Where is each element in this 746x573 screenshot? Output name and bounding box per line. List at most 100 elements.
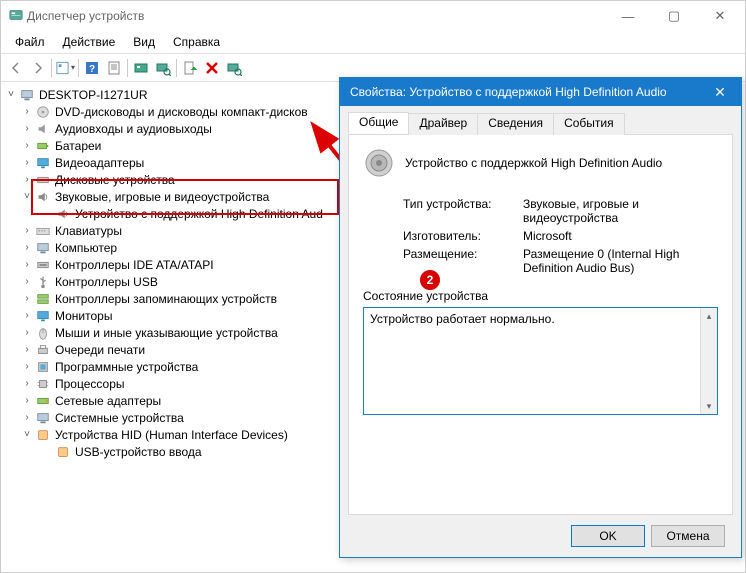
tree-item-label: Контроллеры USB: [53, 275, 158, 289]
caret-icon[interactable]: ›: [21, 276, 33, 287]
caret-icon[interactable]: ›: [21, 242, 33, 253]
menu-action[interactable]: Действие: [55, 33, 124, 51]
caret-icon[interactable]: ›: [21, 310, 33, 321]
tree-item-label: Процессоры: [53, 377, 125, 391]
dialog-tabstrip: Общие Драйвер Сведения События: [348, 112, 733, 134]
properties-dialog: Свойства: Устройство с поддержкой High D…: [339, 77, 742, 558]
device-name-label: Устройство с поддержкой High Definition …: [405, 156, 718, 170]
tree-item-label: Клавиатуры: [53, 224, 122, 238]
window-title: Диспетчер устройств: [23, 9, 605, 23]
ide-controller-icon: [35, 257, 51, 273]
caret-icon[interactable]: ›: [21, 106, 33, 117]
ok-button[interactable]: OK: [571, 525, 645, 547]
audio-io-icon: [35, 121, 51, 137]
caret-icon[interactable]: ›: [21, 361, 33, 372]
menubar: Файл Действие Вид Справка: [1, 31, 745, 53]
toolbar-separator: [78, 59, 79, 77]
system-device-icon: [35, 410, 51, 426]
print-queue-icon: [35, 342, 51, 358]
caret-icon[interactable]: ˅: [5, 89, 17, 100]
caret-icon[interactable]: ˅: [21, 429, 33, 440]
tree-item-label: Контроллеры запоминающих устройств: [53, 292, 277, 306]
window-close-button[interactable]: ✕: [697, 1, 743, 31]
caret-icon[interactable]: ›: [21, 293, 33, 304]
tab-driver[interactable]: Драйвер: [408, 113, 478, 135]
tree-item-label: Программные устройства: [53, 360, 198, 374]
menu-view[interactable]: Вид: [125, 33, 163, 51]
toolbar-back-button[interactable]: [5, 57, 27, 79]
device-large-icon: [363, 147, 395, 179]
window-maximize-button[interactable]: ▢: [651, 1, 697, 31]
caret-icon[interactable]: ›: [21, 174, 33, 185]
toolbar-scan-button[interactable]: [152, 57, 174, 79]
toolbar-refresh-button[interactable]: [223, 57, 245, 79]
device-status-textbox[interactable]: Устройство работает нормально. ▴ ▾: [363, 307, 718, 415]
dialog-title-text: Свойства: Устройство с поддержкой High D…: [350, 85, 705, 99]
caret-spacer: [41, 446, 53, 457]
toolbar-forward-button[interactable]: [27, 57, 49, 79]
prop-manufacturer-key: Изготовитель:: [403, 229, 523, 243]
caret-icon[interactable]: ›: [21, 140, 33, 151]
caret-icon[interactable]: ›: [21, 378, 33, 389]
device-status-text: Устройство работает нормально.: [370, 312, 555, 326]
tree-item-label: Дисковые устройства: [53, 173, 175, 187]
caret-icon[interactable]: ›: [21, 344, 33, 355]
toolbar-enable-button[interactable]: [179, 57, 201, 79]
toolbar-update-button[interactable]: [130, 57, 152, 79]
processor-icon: [35, 376, 51, 392]
app-icon: [9, 8, 23, 25]
tab-panel-general: Устройство с поддержкой High Definition …: [348, 134, 733, 515]
caret-icon[interactable]: ›: [21, 327, 33, 338]
dialog-titlebar[interactable]: Свойства: Устройство с поддержкой High D…: [340, 78, 741, 106]
tab-details[interactable]: Сведения: [477, 113, 554, 135]
caret-icon[interactable]: ›: [21, 123, 33, 134]
caret-icon[interactable]: ›: [21, 157, 33, 168]
tree-item-label: Сетевые адаптеры: [53, 394, 161, 408]
dialog-button-row: OK Отмена: [348, 515, 733, 557]
device-status-label: Состояние устройства: [363, 289, 718, 303]
speaker-icon: [55, 206, 71, 222]
caret-icon[interactable]: ˅: [21, 191, 33, 202]
tree-item-label: Аудиовходы и аудиовыходы: [53, 122, 212, 136]
tree-item-label: Контроллеры IDE ATA/ATAPI: [53, 258, 214, 272]
annotation-badge-2: 2: [418, 268, 442, 292]
tree-item-label: Мониторы: [53, 309, 112, 323]
display-adapter-icon: [35, 155, 51, 171]
software-device-icon: [35, 359, 51, 375]
tree-item-label: USB-устройство ввода: [73, 445, 202, 459]
scrollbar-up-button[interactable]: ▴: [701, 308, 717, 324]
caret-icon[interactable]: ›: [21, 412, 33, 423]
dialog-close-button[interactable]: ✕: [705, 78, 735, 106]
tab-general[interactable]: Общие: [348, 112, 409, 134]
computer-icon: [19, 87, 35, 103]
speaker-icon: [35, 189, 51, 205]
caret-icon[interactable]: ›: [21, 259, 33, 270]
prop-manufacturer-value: Microsoft: [523, 229, 718, 243]
scrollbar-down-button[interactable]: ▾: [701, 398, 717, 414]
cancel-button[interactable]: Отмена: [651, 525, 725, 547]
network-adapter-icon: [35, 393, 51, 409]
toolbar-properties-button[interactable]: [103, 57, 125, 79]
tree-item-label: Компьютер: [53, 241, 117, 255]
tree-item-label: Очереди печати: [53, 343, 145, 357]
menu-help[interactable]: Справка: [165, 33, 228, 51]
menu-file[interactable]: Файл: [7, 33, 53, 51]
storage-controller-icon: [35, 291, 51, 307]
tree-item-label: Устройства HID (Human Interface Devices): [53, 428, 288, 442]
toolbar-uninstall-button[interactable]: [201, 57, 223, 79]
tree-item-label: Батареи: [53, 139, 101, 153]
prop-type-value: Звуковые, игровые и видеоустройства: [523, 197, 718, 225]
prop-type-key: Тип устройства:: [403, 197, 523, 225]
caret-icon[interactable]: ›: [21, 395, 33, 406]
mouse-icon: [35, 325, 51, 341]
tree-root-label: DESKTOP-I1271UR: [37, 88, 148, 102]
window-minimize-button[interactable]: —: [605, 1, 651, 31]
toolbar-up-button[interactable]: ▾: [54, 57, 76, 79]
window-titlebar: Диспетчер устройств — ▢ ✕: [1, 1, 745, 31]
caret-icon[interactable]: ›: [21, 225, 33, 236]
tab-events[interactable]: События: [553, 113, 625, 135]
toolbar-help-button[interactable]: ?: [81, 57, 103, 79]
disc-drive-icon: [35, 104, 51, 120]
usb-controller-icon: [35, 274, 51, 290]
svg-text:?: ?: [89, 64, 95, 75]
